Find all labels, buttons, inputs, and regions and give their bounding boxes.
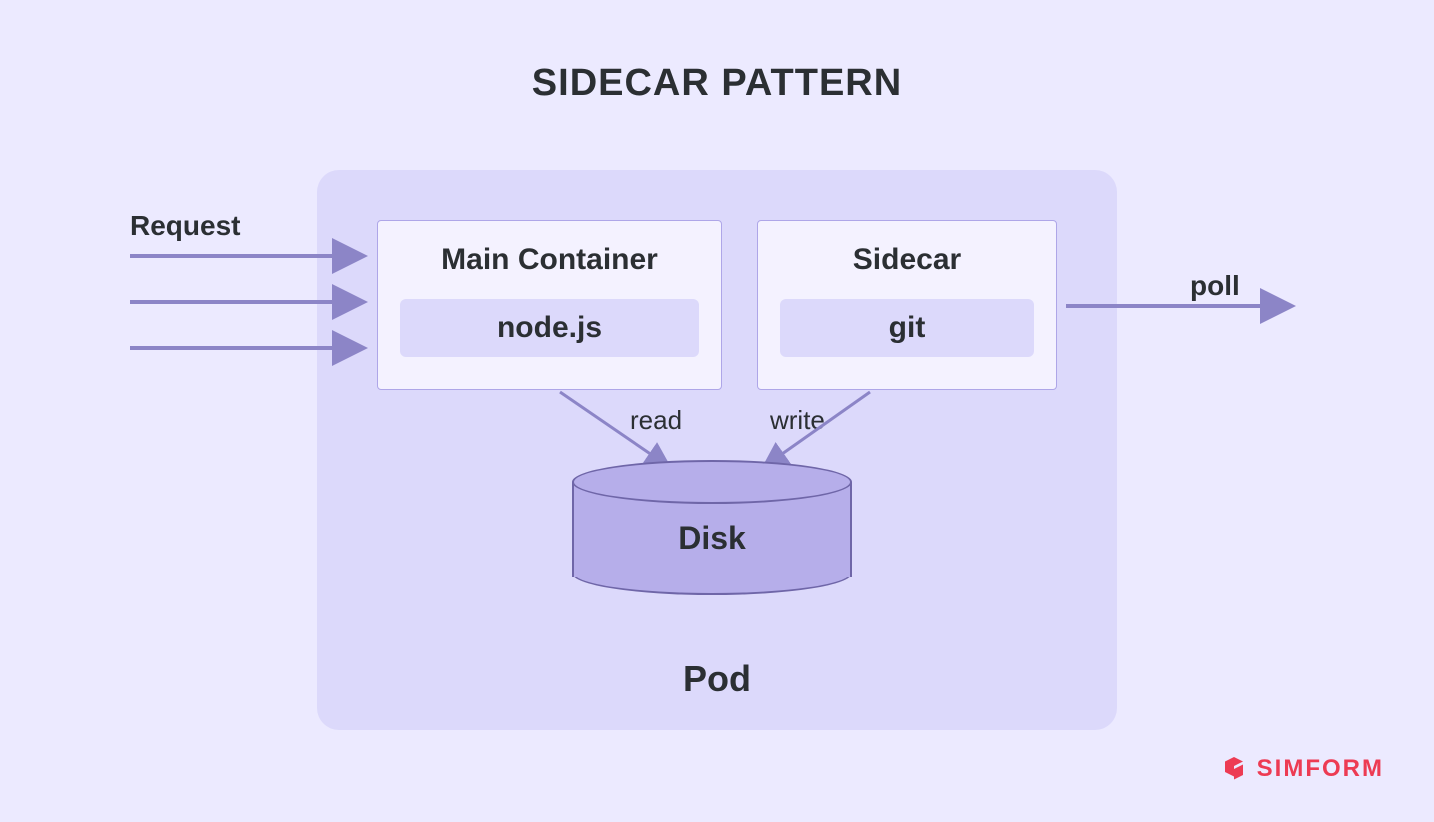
- brand-name: SIMFORM: [1257, 755, 1384, 783]
- request-label: Request: [130, 210, 240, 242]
- pod-label: Pod: [317, 658, 1117, 700]
- disk-shape: Disk: [572, 460, 852, 595]
- write-label: write: [770, 405, 825, 436]
- sidecar-title: Sidecar: [758, 243, 1056, 277]
- sidecar-runtime-pill: git: [780, 299, 1034, 357]
- read-label: read: [630, 405, 682, 436]
- disk-label: Disk: [572, 520, 852, 557]
- poll-label: poll: [1190, 270, 1240, 302]
- main-container-title: Main Container: [378, 243, 721, 277]
- sidecar-container-box: Sidecar git: [757, 220, 1057, 390]
- pod-boundary: Main Container node.js Sidecar git Disk …: [317, 170, 1117, 730]
- brand-logo: SIMFORM: [1219, 754, 1384, 784]
- simform-logo-icon: [1219, 754, 1249, 784]
- main-container-runtime-pill: node.js: [400, 299, 699, 357]
- main-container-box: Main Container node.js: [377, 220, 722, 390]
- diagram-title: SIDECAR PATTERN: [0, 62, 1434, 105]
